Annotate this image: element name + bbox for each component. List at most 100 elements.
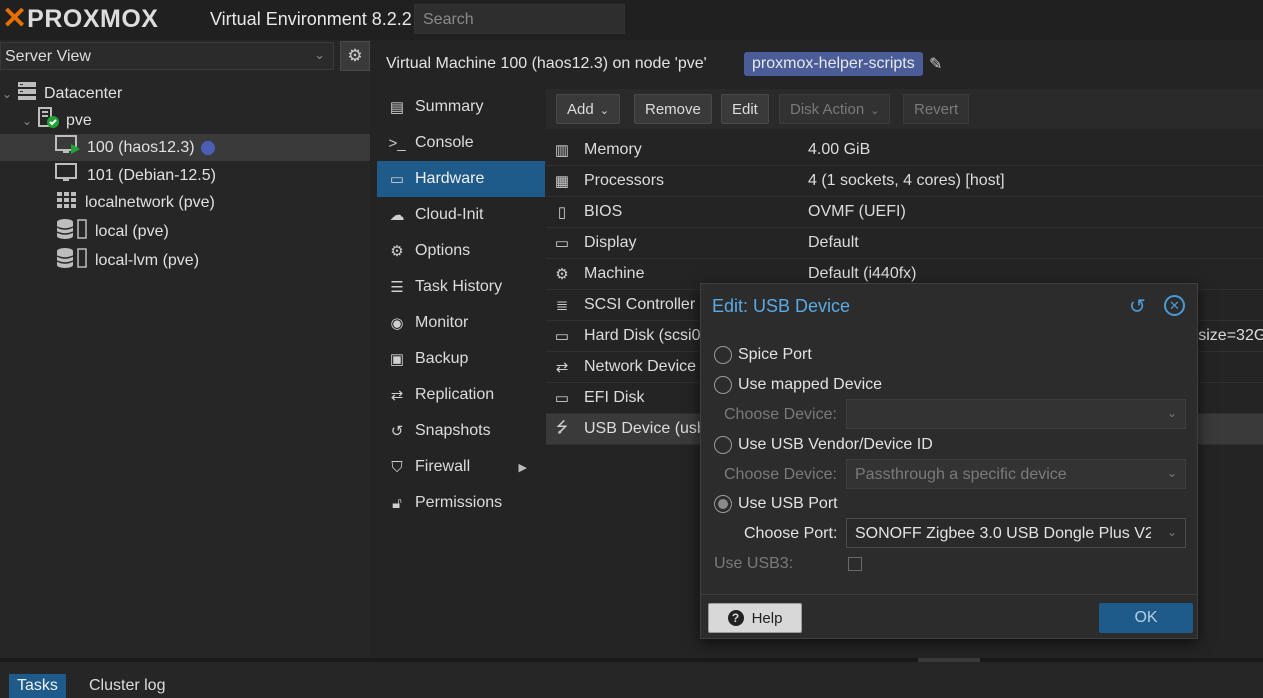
nav-monitor[interactable]: ◉ Monitor (377, 305, 545, 341)
nav-firewall[interactable]: ⛉ Firewall ▶ (377, 449, 545, 485)
hardware-row-bios[interactable]: ▯ BIOS OVMF (UEFI) (546, 197, 1263, 228)
usb-icon: ⭍ (555, 418, 569, 436)
hdd-icon: ▭ (554, 328, 570, 345)
tree-item-storage-local[interactable]: local (pve) (0, 218, 370, 245)
cloud-icon: ☁ (389, 207, 405, 224)
remove-label: Remove (645, 101, 701, 118)
add-button[interactable]: Add ⌄ (556, 94, 620, 124)
expand-arrow-icon[interactable]: ▶ (519, 461, 527, 474)
storage-icon (55, 218, 89, 245)
page-title: Virtual Machine 100 (haos12.3) on node '… (386, 55, 707, 72)
floppy-icon: ▣ (389, 351, 405, 368)
radio-label: Use mapped Device (738, 376, 883, 393)
remove-button[interactable]: Remove (634, 94, 712, 124)
datacenter-icon (16, 81, 38, 106)
tree-item-label: 100 (haos12.3) (87, 138, 195, 156)
mapped-device-select[interactable]: ⌄ (846, 399, 1186, 429)
disk-action-label: Disk Action (790, 101, 865, 118)
radio-button[interactable] (714, 495, 732, 513)
nav-label: Task History (415, 278, 503, 295)
usb3-label: Use USB3: (714, 555, 794, 572)
usb-port-select[interactable]: SONOFF Zigbee 3.0 USB Dongle Plus V2 ⌄ (846, 518, 1186, 548)
nav-label: Snapshots (415, 422, 491, 439)
list-icon: ☰ (390, 279, 404, 296)
tree-item-vm-101[interactable]: 101 (Debian-12.5) (0, 162, 370, 189)
microchip-icon: ▯ (557, 204, 567, 221)
storage-icon (55, 247, 89, 274)
nav-summary[interactable]: ▤ Summary (377, 89, 545, 125)
database-icon: ≣ (555, 297, 569, 314)
radio-button[interactable] (714, 346, 732, 364)
edit-button[interactable]: Edit (721, 94, 769, 124)
tree-item-pve[interactable]: ⌄ pve (0, 107, 370, 134)
radio-mapped-device[interactable]: Use mapped Device (714, 374, 882, 396)
hardware-name: Machine (584, 265, 645, 282)
retweet-icon: ⇄ (390, 387, 404, 404)
hardware-value: 4 (1 sockets, 4 cores) [host] (808, 172, 1005, 189)
radio-usb-port[interactable]: Use USB Port (714, 493, 838, 515)
product-version: Virtual Environment 8.2.2 (210, 9, 412, 29)
nav-cloud-init[interactable]: ☁ Cloud-Init (377, 197, 545, 233)
book-icon: ▤ (389, 99, 405, 116)
logo-text: PROXMOX (27, 4, 159, 33)
hardware-row-memory[interactable]: ▥ Memory 4.00 GiB (546, 135, 1263, 166)
tree-item-label: Datacenter (44, 84, 123, 102)
tree-settings-button[interactable]: ⚙ (340, 41, 370, 71)
expand-icon[interactable]: ⌄ (22, 114, 36, 128)
nav-options[interactable]: ⚙ Options (377, 233, 545, 269)
chevron-down-icon: ⌄ (599, 105, 609, 117)
view-selector[interactable]: Server View ⌄ (0, 42, 334, 70)
revert-label: Revert (914, 101, 959, 118)
nav-task-history[interactable]: ☰ Task History (377, 269, 545, 305)
help-label: Help (751, 609, 783, 627)
radio-label: Use USB Vendor/Device ID (738, 436, 933, 453)
edit-tags-icon[interactable]: ✎ (929, 54, 942, 74)
shield-icon: ⛉ (391, 458, 403, 476)
usb3-checkbox[interactable] (848, 557, 862, 571)
chevron-down-icon: ⌄ (1166, 406, 1177, 420)
help-button[interactable]: ? Help (708, 603, 802, 633)
vm-tag[interactable]: proxmox-helper-scripts (744, 52, 923, 76)
nav-replication[interactable]: ⇄ Replication (377, 377, 545, 413)
hardware-row-processors[interactable]: ▦ Processors 4 (1 sockets, 4 cores) [host] (546, 166, 1263, 197)
gear-icon: ⚙ (390, 243, 404, 260)
tree-item-sdn[interactable]: localnetwork (pve) (0, 189, 370, 216)
tab-tasks[interactable]: Tasks (9, 674, 66, 698)
radio-spice-port[interactable]: Spice Port (714, 344, 812, 366)
nav-snapshots[interactable]: ↺ Snapshots (377, 413, 545, 449)
reset-icon[interactable]: ↺ (1129, 294, 1146, 319)
hardware-value: Default (i440fx) (808, 265, 917, 282)
tree-item-datacenter[interactable]: ⌄ Datacenter (0, 80, 370, 107)
nav-hardware[interactable]: ▭ Hardware (377, 161, 545, 197)
hardware-row-display[interactable]: ▭ Display Default (546, 228, 1263, 259)
radio-button[interactable] (714, 436, 732, 454)
disk-action-button[interactable]: Disk Action ⌄ (779, 94, 891, 124)
vm-running-icon (55, 134, 81, 161)
search-input[interactable]: Search (414, 4, 625, 34)
ok-button[interactable]: OK (1099, 603, 1193, 633)
hardware-name: Memory (584, 141, 642, 158)
expand-icon[interactable]: ⌄ (2, 87, 16, 101)
nav-label: Summary (415, 98, 484, 115)
bottom-log-panel: Tasks Cluster log (0, 662, 1263, 698)
nav-label: Options (415, 242, 471, 259)
nav-permissions[interactable]: 🔓︎ Permissions (377, 485, 545, 521)
choose-port-label: Choose Port: (744, 525, 838, 542)
tree-item-vm-100[interactable]: 100 (haos12.3) (0, 134, 370, 161)
node-online-icon (36, 107, 60, 134)
vendor-device-label: Choose Device: (724, 466, 837, 483)
edit-usb-device-dialog: Edit: USB Device ↺ ✕ Spice Port Use mapp… (700, 283, 1198, 639)
nav-label: Cloud-Init (415, 206, 484, 223)
revert-button[interactable]: Revert (903, 94, 970, 124)
radio-vendor-device-id[interactable]: Use USB Vendor/Device ID (714, 434, 933, 456)
nav-console[interactable]: >_ Console (377, 125, 545, 161)
hardware-name: Processors (584, 172, 665, 189)
tree-item-label: local (pve) (95, 222, 169, 240)
radio-button[interactable] (714, 376, 732, 394)
vendor-device-select[interactable]: Passthrough a specific device ⌄ (846, 459, 1186, 489)
proxmox-logo[interactable]: ✕ PROXMOX (2, 4, 158, 34)
close-icon[interactable]: ✕ (1164, 295, 1185, 316)
nav-backup[interactable]: ▣ Backup (377, 341, 545, 377)
tree-item-storage-local-lvm[interactable]: local-lvm (pve) (0, 247, 370, 274)
tab-cluster-log[interactable]: Cluster log (81, 674, 173, 698)
